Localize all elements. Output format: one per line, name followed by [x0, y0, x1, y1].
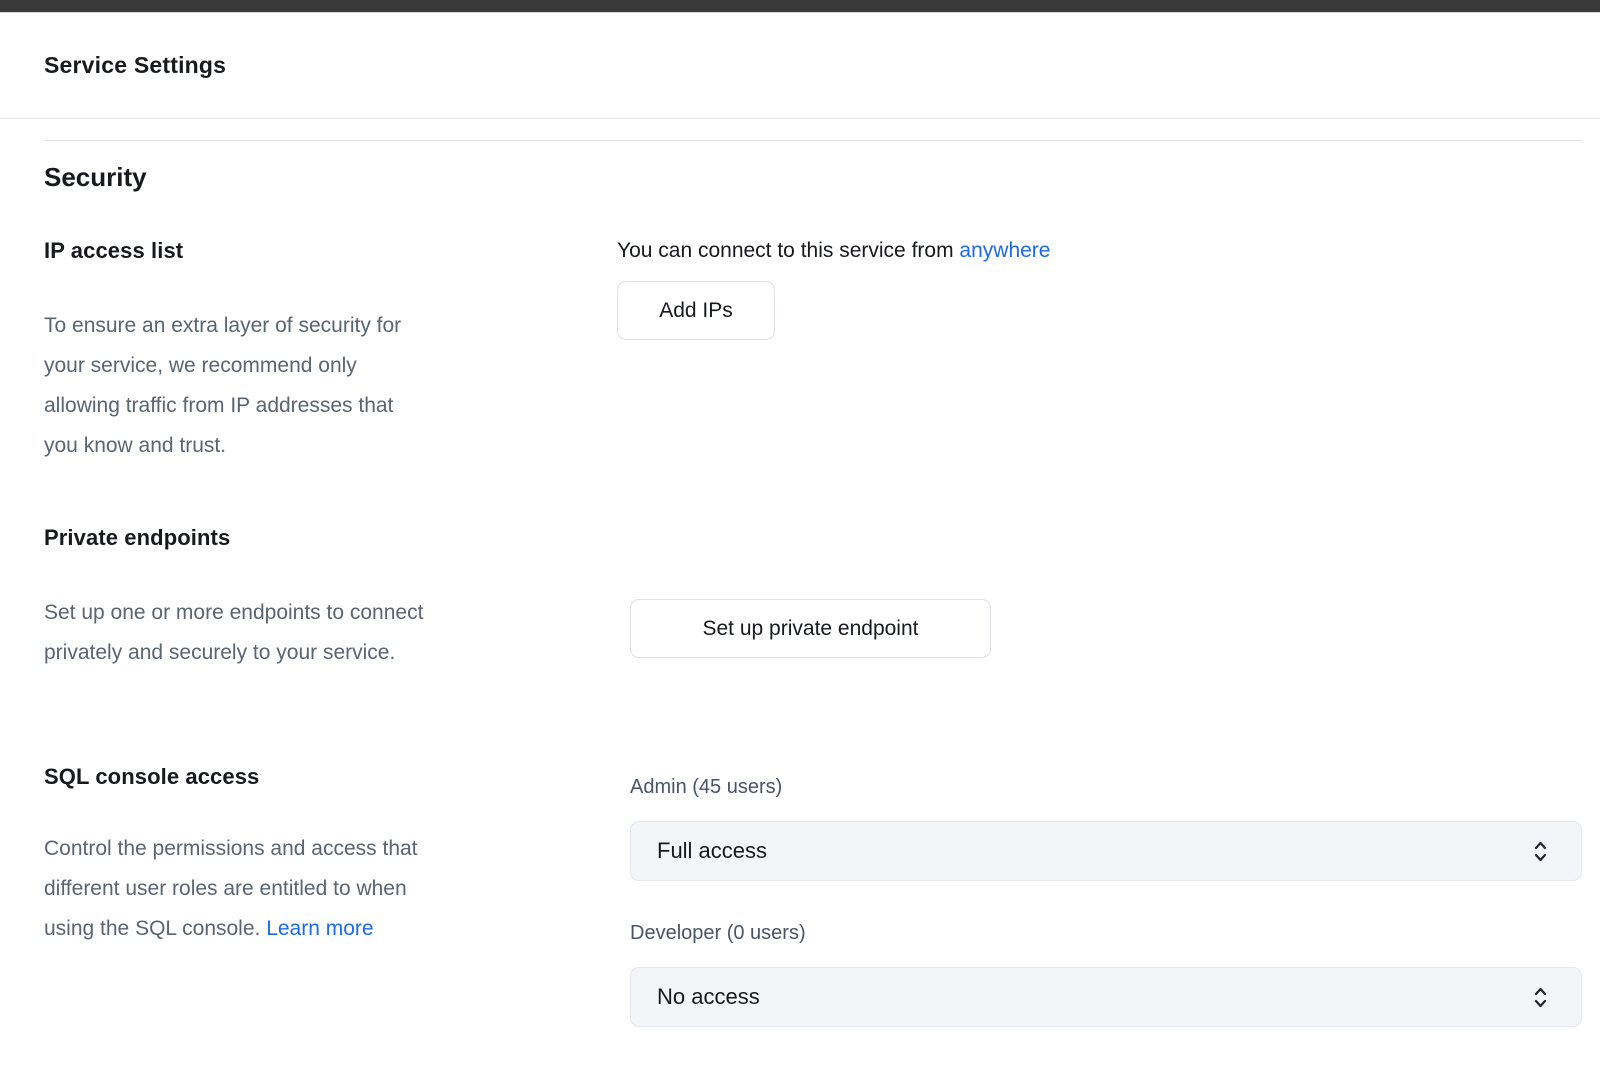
section-divider: [44, 140, 1582, 141]
description-line: Set up one or more endpoints to connect: [44, 593, 554, 633]
developer-access-selected-value: No access: [657, 984, 760, 1010]
private-endpoints-title: Private endpoints: [44, 524, 617, 551]
private-endpoints-section: Private endpoints Set up one or more end…: [44, 524, 1582, 673]
sql-console-title: SQL console access: [44, 763, 617, 790]
developer-role-label: Developer (0 users): [630, 921, 1582, 945]
description-line: privately and securely to your service.: [44, 633, 554, 673]
private-endpoints-controls: Set up private endpoint: [617, 524, 1582, 658]
sql-console-access-section: SQL console access Control the permissio…: [44, 763, 1582, 1027]
developer-access-group: Developer (0 users) No access: [630, 921, 1582, 1027]
description-line: different user roles are entitled to whe…: [44, 869, 554, 909]
page-header: Service Settings: [0, 13, 1600, 119]
ip-access-status-text: You can connect to this service from: [617, 239, 954, 262]
description-line: your service, we recommend only: [44, 346, 554, 386]
ip-access-description: To ensure an extra layer of security for…: [44, 306, 554, 466]
description-line: Control the permissions and access that: [44, 829, 554, 869]
sql-console-info: SQL console access Control the permissio…: [44, 763, 617, 949]
admin-access-selected-value: Full access: [657, 838, 767, 864]
sql-console-description: Control the permissions and access that …: [44, 829, 554, 949]
description-line: you know and trust.: [44, 426, 554, 466]
description-line-text: using the SQL console.: [44, 917, 260, 940]
ip-access-controls: You can connect to this service from any…: [617, 237, 1582, 340]
chevron-up-down-icon: [1532, 984, 1549, 1011]
ip-access-info: IP access list To ensure an extra layer …: [44, 237, 617, 466]
sql-console-controls: Admin (45 users) Full access Developer (…: [630, 763, 1582, 1027]
ip-access-title: IP access list: [44, 237, 617, 264]
private-endpoints-info: Private endpoints Set up one or more end…: [44, 524, 617, 673]
private-endpoints-description: Set up one or more endpoints to connect …: [44, 593, 554, 673]
developer-access-select[interactable]: No access: [630, 967, 1582, 1027]
admin-access-select[interactable]: Full access: [630, 821, 1582, 881]
admin-access-group: Admin (45 users) Full access: [630, 775, 1582, 881]
add-ips-button[interactable]: Add IPs: [617, 281, 775, 340]
ip-access-status: You can connect to this service from any…: [617, 237, 1582, 264]
settings-content: Security IP access list To ensure an ext…: [0, 140, 1600, 1027]
ip-access-section: IP access list To ensure an extra layer …: [44, 237, 1582, 466]
setup-private-endpoint-button[interactable]: Set up private endpoint: [630, 599, 991, 658]
window-top-bar: [0, 0, 1600, 13]
description-line: allowing traffic from IP addresses that: [44, 386, 554, 426]
page-title: Service Settings: [44, 52, 226, 79]
description-line: To ensure an extra layer of security for: [44, 306, 554, 346]
admin-role-label: Admin (45 users): [630, 775, 1582, 799]
chevron-up-down-icon: [1532, 838, 1549, 865]
anywhere-link[interactable]: anywhere: [959, 239, 1050, 262]
security-section-heading: Security: [44, 161, 1582, 193]
learn-more-link[interactable]: Learn more: [266, 917, 373, 940]
description-line: using the SQL console. Learn more: [44, 909, 554, 949]
